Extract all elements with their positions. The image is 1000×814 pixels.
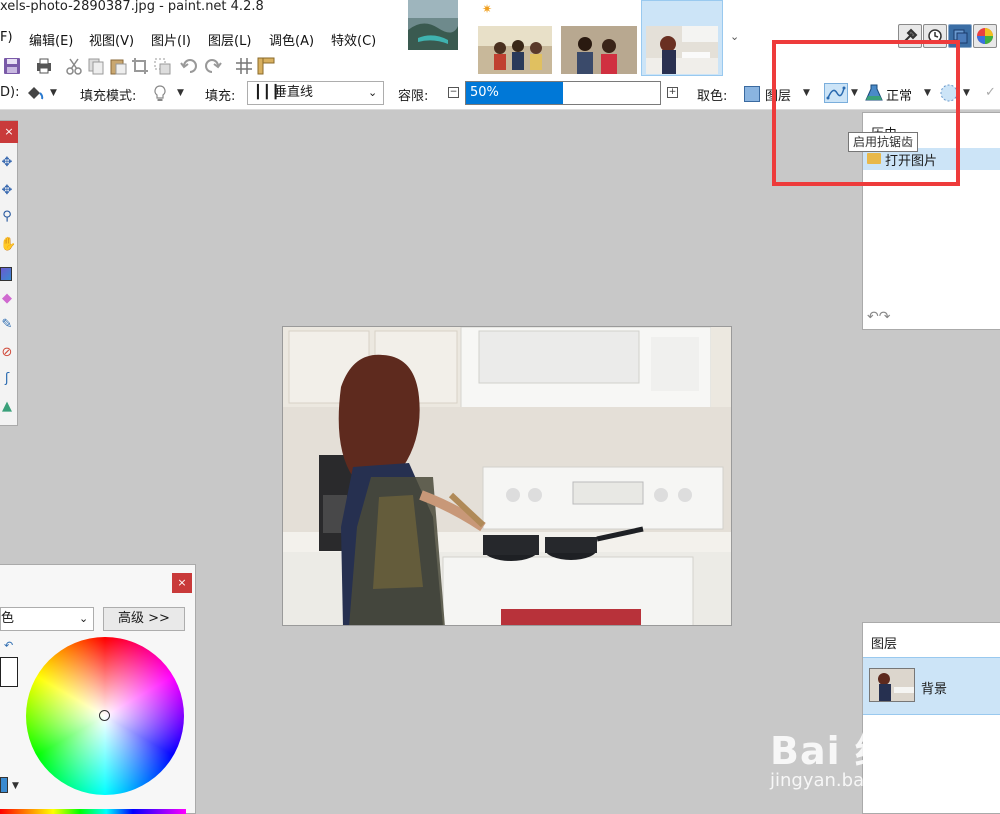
swap-colors-icon[interactable]: ↶ <box>4 639 13 652</box>
color-mode-value: 色 <box>1 611 15 626</box>
chevron-down-icon: ⌄ <box>79 612 89 625</box>
cut-icon[interactable] <box>64 56 84 76</box>
menu-file[interactable]: F) <box>0 30 13 45</box>
canvas-image[interactable] <box>282 326 732 626</box>
flood-mode-caret-icon[interactable]: ▼ <box>50 88 57 98</box>
advanced-button[interactable]: 高级 >> <box>103 607 185 631</box>
gradient-tool-icon[interactable] <box>0 267 12 281</box>
chevron-down-icon: ⌄ <box>368 86 378 99</box>
print-icon[interactable] <box>34 56 54 76</box>
menu-view[interactable]: 视图(V) <box>89 30 134 49</box>
menu-bar: F) 编辑(E) 视图(V) 图片(I) 图层(L) 调色(A) 特效(C) <box>0 22 400 52</box>
deselect-icon[interactable] <box>152 56 172 76</box>
menu-effects[interactable]: 特效(C) <box>331 30 376 49</box>
annotation-highlight-box <box>772 40 960 186</box>
kitchen-photo <box>283 327 731 625</box>
tolerance-decrease-icon[interactable]: − <box>448 87 459 98</box>
redo-icon[interactable] <box>202 56 222 76</box>
layer-item[interactable]: 背景 <box>863 657 1000 715</box>
paste-icon[interactable] <box>108 56 128 76</box>
color-wheel[interactable] <box>26 637 184 795</box>
palette-caret-icon[interactable]: ▼ <box>12 781 19 791</box>
zoom-tool-icon[interactable]: ⚲ <box>0 209 14 227</box>
history-undo-redo-icon[interactable]: ↶↷ <box>867 309 890 325</box>
tolerance-increase-icon[interactable]: + <box>667 87 678 98</box>
colors-window: × 色 ⌄ 高级 >> ↶ ▼ <box>0 564 196 814</box>
primary-color-swatch[interactable] <box>0 657 18 687</box>
eraser-tool-icon[interactable]: ◆ <box>0 291 14 309</box>
antialias-label: D): <box>0 85 20 100</box>
tools-close-icon[interactable]: × <box>0 121 18 143</box>
grid-icon[interactable] <box>234 56 254 76</box>
group-photo-thumbnail-icon <box>478 26 552 74</box>
menu-adjustments[interactable]: 调色(A) <box>269 30 314 49</box>
color-palette-strip[interactable] <box>0 809 186 814</box>
colors-close-icon[interactable]: × <box>172 573 192 593</box>
save-icon[interactable] <box>2 56 22 76</box>
fill-mode-caret-icon[interactable]: ▼ <box>177 88 184 98</box>
image-tab-2[interactable] <box>478 26 552 74</box>
layers-title: 图层 <box>871 637 898 652</box>
menu-image[interactable]: 图片(I) <box>151 30 191 49</box>
sampling-label: 取色: <box>697 89 728 104</box>
colors-toggle-icon[interactable] <box>973 24 997 48</box>
pan-tool-icon[interactable]: ✋ <box>0 237 16 255</box>
layer-sampling-icon[interactable] <box>744 86 760 102</box>
fill-dropdown[interactable]: ┃┃┃ 垂直线 ⌄ <box>247 81 384 105</box>
tolerance-label: 容限: <box>398 89 429 104</box>
baidu-jingyan-watermark: Bai 经验 jingyan.baidu.com <box>760 708 1000 814</box>
shapes-tool-icon[interactable]: ▲ <box>0 399 14 417</box>
undo-icon[interactable] <box>180 56 200 76</box>
color-wheel-picker[interactable] <box>99 710 110 721</box>
palette-menu-icon[interactable] <box>0 777 8 793</box>
friends-photo-thumbnail-icon <box>561 26 637 74</box>
paint-bucket-icon[interactable] <box>24 84 46 102</box>
watermark-logo: Bai 经验 <box>770 729 933 773</box>
layer-thumbnail <box>869 668 915 702</box>
fill-label: 填充: <box>205 89 236 104</box>
bulb-icon[interactable] <box>152 84 168 104</box>
tools-window: × ✥ ✥ ⚲ ✋ ◆ ✎ ⊘ ʃ ▲ <box>0 120 18 426</box>
fill-mode-label: 填充模式: <box>80 89 137 104</box>
menu-edit[interactable]: 编辑(E) <box>29 30 73 49</box>
image-tab-4-active[interactable] <box>646 26 718 74</box>
tolerance-slider[interactable]: 50% <box>465 81 661 105</box>
clone-stamp-tool-icon[interactable]: ⊘ <box>0 345 14 363</box>
line-curve-tool-icon[interactable]: ʃ <box>0 371 14 389</box>
watermark-url: jingyan.baidu.com <box>770 770 937 791</box>
copy-icon[interactable] <box>86 56 106 76</box>
tabs-overflow-chevron-icon[interactable]: ⌄ <box>730 30 739 43</box>
move-selected-tool-icon[interactable]: ✥ <box>0 183 14 201</box>
crop-icon[interactable] <box>130 56 150 76</box>
tolerance-value: 50% <box>470 85 499 100</box>
window-title: xels-photo-2890387.jpg - paint.net 4.2.8 <box>0 0 264 14</box>
kitchen-photo-thumbnail-icon <box>646 26 718 74</box>
layer-name: 背景 <box>921 682 948 697</box>
selection-mode-caret-icon[interactable]: ▼ <box>963 88 970 98</box>
image-tab-1[interactable] <box>408 0 458 50</box>
menu-layers[interactable]: 图层(L) <box>208 30 251 49</box>
check-icon[interactable]: ✓ <box>985 85 996 100</box>
color-picker-tool-icon[interactable]: ✎ <box>0 317 14 335</box>
image-tab-3[interactable] <box>561 26 637 74</box>
ruler-icon[interactable] <box>256 56 276 76</box>
vertical-lines-pattern-icon: ┃┃┃ <box>254 85 281 100</box>
landscape-thumbnail-icon <box>408 0 458 50</box>
move-selection-tool-icon[interactable]: ✥ <box>0 155 14 173</box>
loading-sun-icon: ✷ <box>482 2 493 16</box>
color-mode-dropdown[interactable]: 色 ⌄ <box>0 607 94 631</box>
